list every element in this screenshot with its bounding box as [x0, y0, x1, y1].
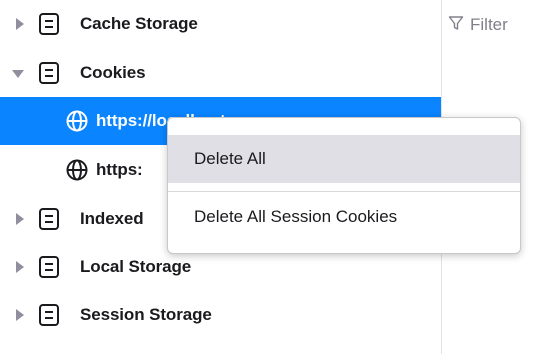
tree-item-cache-storage[interactable]: Cache Storage	[0, 0, 441, 48]
filter-icon	[448, 15, 464, 36]
twisty-expanded-icon[interactable]	[12, 68, 24, 80]
storage-icon	[38, 255, 60, 279]
globe-icon	[66, 159, 88, 181]
filter-box[interactable]: Filter	[448, 12, 508, 38]
context-menu: Delete All Delete All Session Cookies	[167, 117, 521, 254]
twisty-collapsed-icon[interactable]	[14, 213, 26, 225]
tree-item-label: https:	[96, 160, 143, 179]
twisty-collapsed-icon[interactable]	[14, 261, 26, 273]
tree-item-session-storage[interactable]: Session Storage	[0, 291, 441, 339]
menu-item-delete-session-cookies[interactable]: Delete All Session Cookies	[168, 193, 520, 241]
tree-item-label: Local Storage	[80, 257, 192, 276]
storage-icon	[38, 61, 60, 85]
globe-icon	[66, 110, 88, 132]
menu-item-delete-all[interactable]: Delete All	[168, 135, 520, 183]
storage-icon	[38, 303, 60, 327]
menu-separator	[168, 191, 520, 192]
tree-item-label: Cache Storage	[80, 14, 198, 33]
storage-icon	[38, 207, 60, 231]
twisty-collapsed-icon[interactable]	[14, 309, 26, 321]
tree-item-label: Cookies	[80, 63, 146, 82]
tree-item-cookies[interactable]: Cookies	[0, 49, 441, 97]
twisty-collapsed-icon[interactable]	[14, 18, 26, 30]
filter-input[interactable]: Filter	[470, 15, 508, 35]
tree-item-label: Indexed	[80, 209, 144, 228]
tree-item-label: Session Storage	[80, 305, 212, 324]
storage-icon	[38, 12, 60, 36]
